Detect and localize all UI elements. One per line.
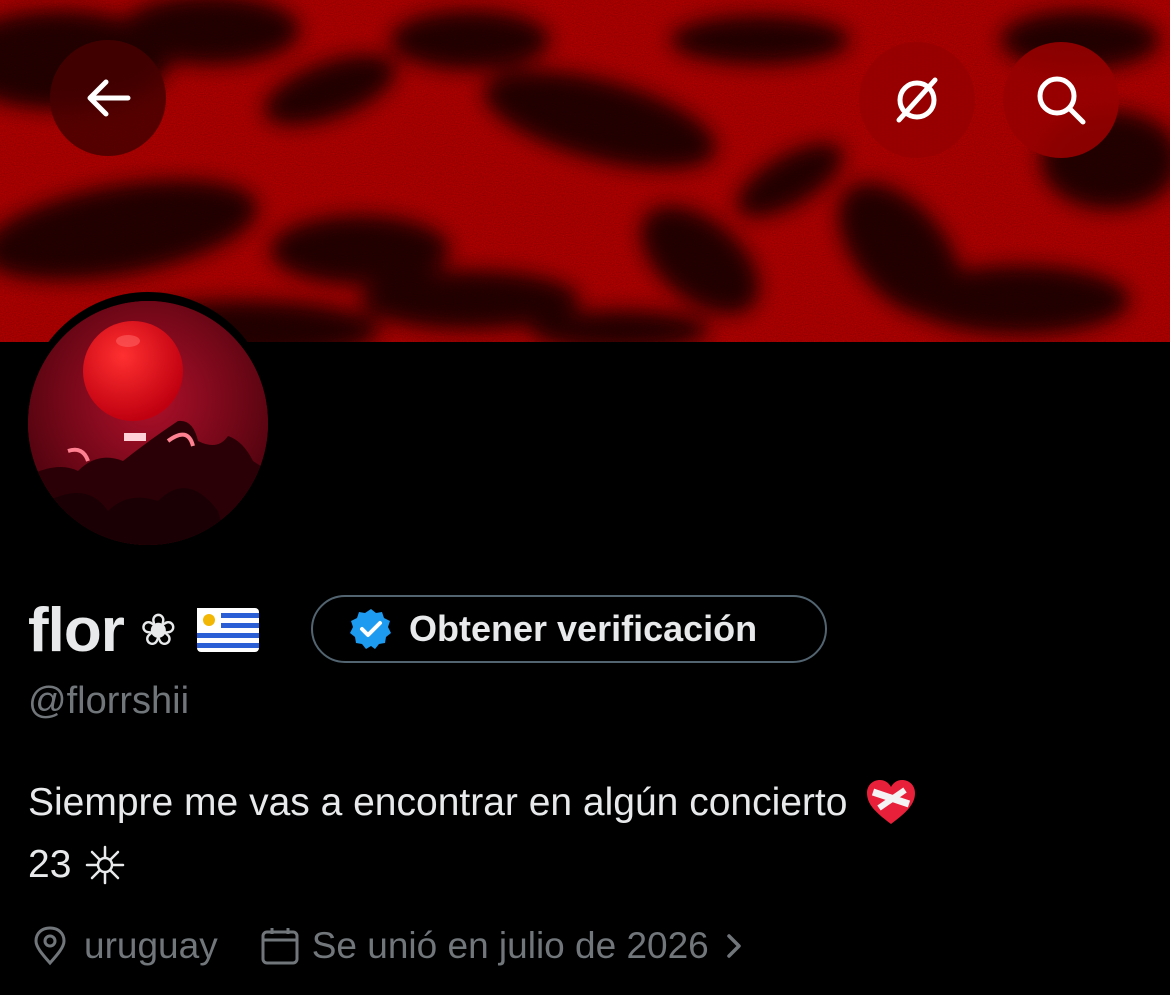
chevron-right-icon — [727, 934, 741, 958]
display-name: flor — [28, 595, 125, 665]
banner-image — [0, 0, 1170, 342]
avatar[interactable] — [28, 301, 268, 545]
verified-badge-icon — [350, 609, 391, 649]
search-button[interactable] — [1003, 42, 1119, 158]
joined-text: Se unió en julio de 2026 — [311, 925, 709, 966]
profile-meta-row: uruguay Se unió en julio de 2026 — [30, 918, 747, 974]
search-icon — [1037, 76, 1086, 125]
get-verified-label: Obtener verificación — [409, 608, 758, 649]
mending-heart-icon — [867, 780, 916, 824]
star-glyph-icon — [86, 845, 125, 885]
bio-line-2: 23 — [28, 843, 125, 887]
uruguay-flag-icon — [196, 608, 259, 652]
arrow-left-icon — [87, 79, 131, 117]
back-button[interactable] — [50, 40, 166, 156]
bio-line-1: Siempre me vas a encontrar en algún conc… — [28, 778, 917, 828]
name-row: flor ❀ — [28, 592, 259, 668]
bio-text-1: Siempre me vas a encontrar en algún conc… — [28, 781, 848, 824]
joined-date-link[interactable]: Se unió en julio de 2026 — [260, 925, 747, 967]
username-handle: @florrshii — [28, 680, 190, 722]
location-text: uruguay — [84, 925, 218, 966]
mute-button[interactable] — [859, 42, 975, 158]
bio-text-2: 23 — [28, 843, 72, 886]
calendar-icon — [261, 928, 299, 965]
location-pin-icon — [34, 926, 66, 966]
profile-banner[interactable] — [0, 0, 1170, 342]
avatar-image — [28, 301, 268, 545]
flower-glyph: ❀ — [139, 604, 177, 656]
get-verified-button[interactable]: Obtener verificación — [311, 595, 827, 663]
muted-circle-icon — [896, 77, 938, 123]
